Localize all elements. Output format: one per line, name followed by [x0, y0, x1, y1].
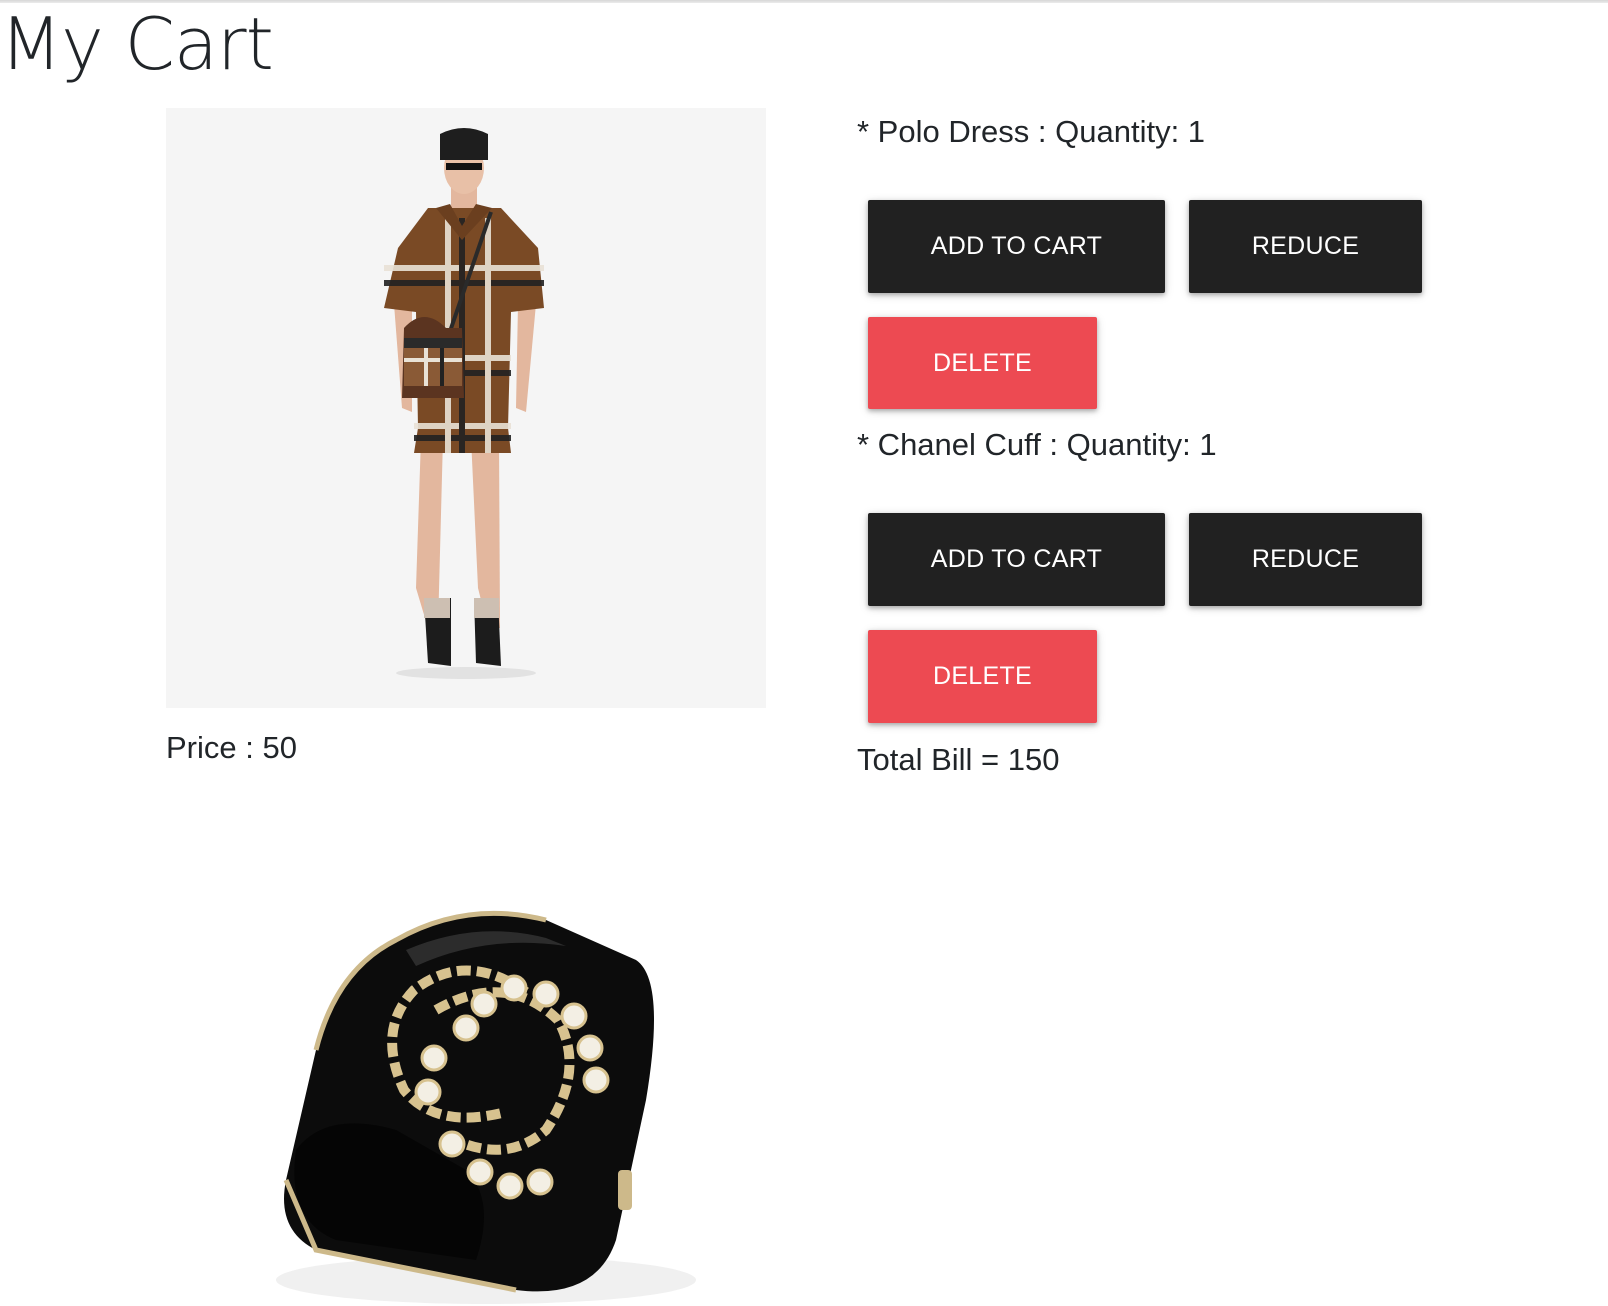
chanel-cuff-image: [166, 880, 766, 1306]
product-price: Price : 50: [166, 730, 297, 765]
add-to-cart-button-polo-dress[interactable]: ADD TO CART: [868, 200, 1165, 293]
reduce-button-polo-dress[interactable]: REDUCE: [1189, 200, 1422, 293]
cart-item-polo-dress-line: * Polo Dress : Quantity: 1: [857, 114, 1206, 149]
delete-button-polo-dress[interactable]: DELETE: [868, 317, 1097, 409]
delete-button-chanel-cuff[interactable]: DELETE: [868, 630, 1097, 723]
add-to-cart-button-chanel-cuff[interactable]: ADD TO CART: [868, 513, 1165, 606]
total-bill: Total Bill = 150: [857, 742, 1060, 777]
cart-item-chanel-cuff-line: * Chanel Cuff : Quantity: 1: [857, 427, 1217, 462]
page-title: My Cart: [0, 2, 274, 86]
reduce-button-chanel-cuff[interactable]: REDUCE: [1189, 513, 1422, 606]
polo-dress-image: [166, 108, 766, 708]
